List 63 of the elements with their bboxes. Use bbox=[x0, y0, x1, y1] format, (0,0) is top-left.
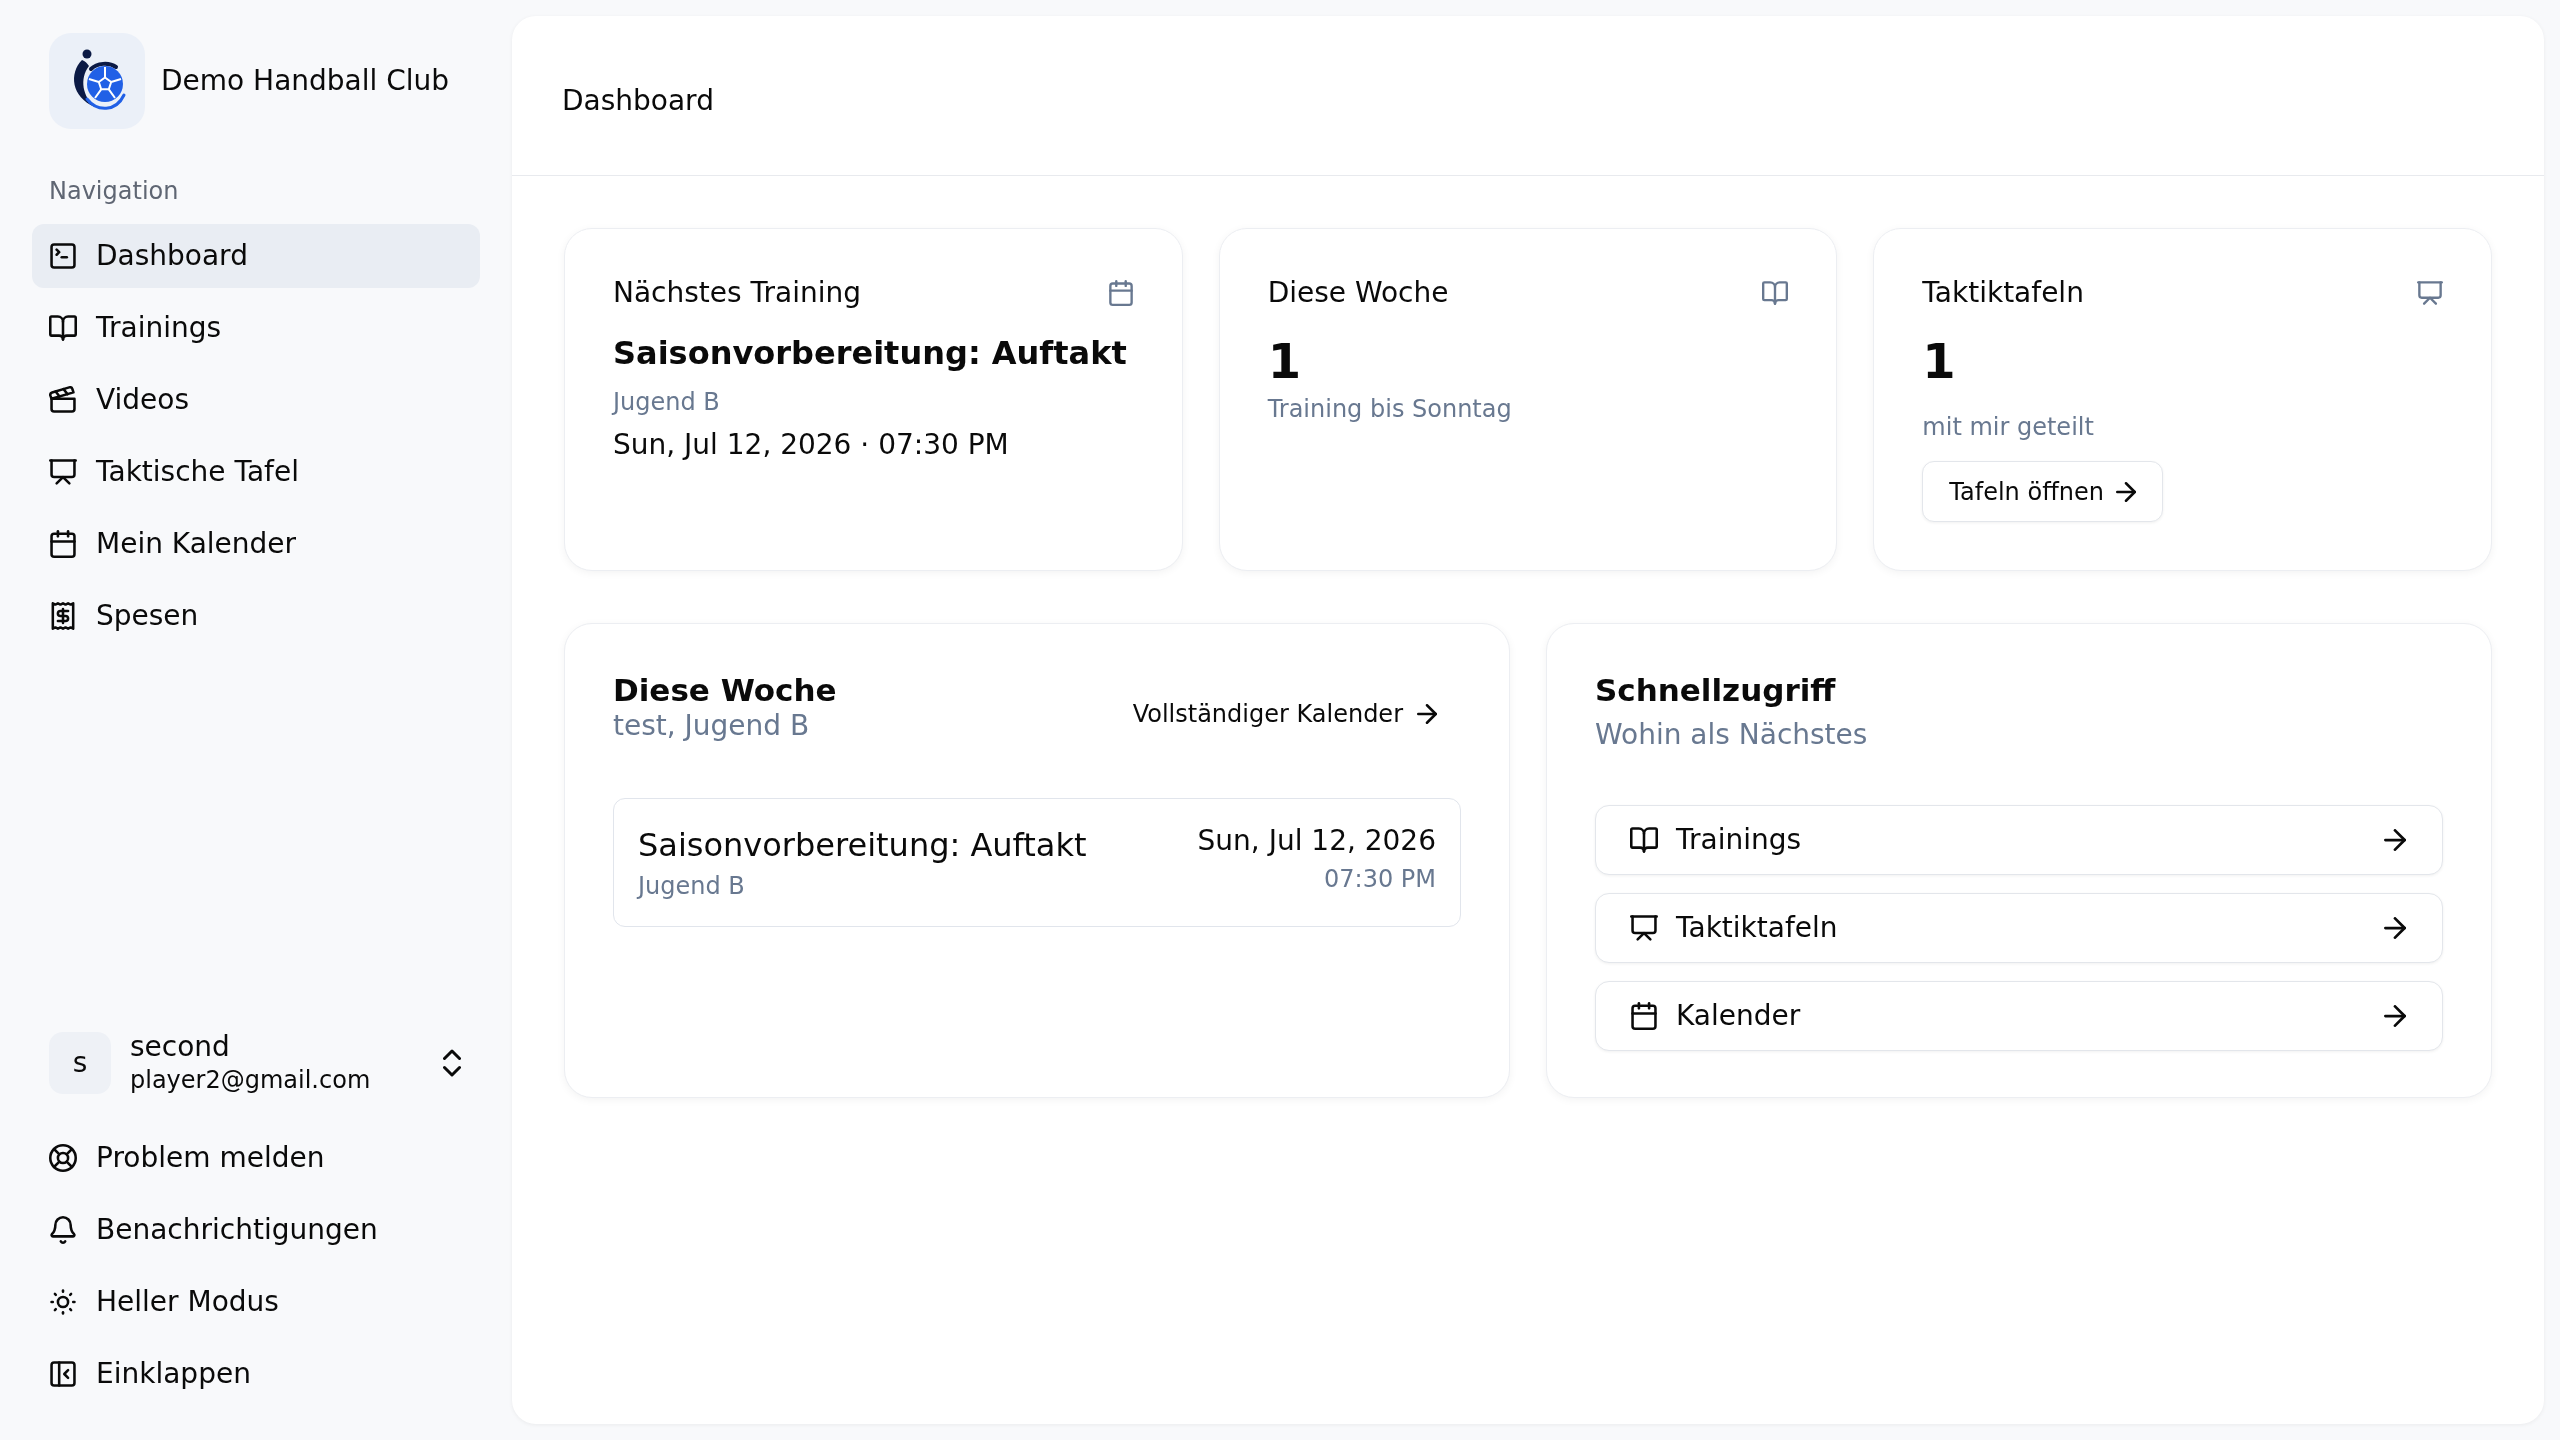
arrow-right-icon bbox=[2384, 829, 2406, 851]
event-item[interactable]: Saisonvorbereitung: Auftakt Jugend B Sun, Jul 12, 2026 07:30 PM bbox=[613, 798, 1461, 927]
event-datetime: Sun, Jul 12, 2026 · 07:30 PM bbox=[613, 427, 1010, 463]
card-title: Schnellzugriff bbox=[1595, 671, 1837, 710]
user-menu-button[interactable]: s second player2@gmail.com bbox=[32, 1023, 480, 1103]
card-subtitle: Wohin als Nächstes bbox=[1595, 717, 1869, 753]
bell-icon bbox=[49, 1216, 77, 1244]
receipt-icon bbox=[49, 602, 77, 630]
arrow-right-icon bbox=[2115, 481, 2136, 502]
lifebuoy-icon bbox=[49, 1144, 77, 1172]
open-boards-button[interactable]: Tafeln öffnen bbox=[1922, 461, 2163, 522]
nav-item[interactable]: Taktische Tafel bbox=[32, 440, 480, 504]
event-date: Sun, Jul 12, 2026 bbox=[1197, 823, 1436, 859]
panel-left-icon bbox=[49, 1360, 77, 1388]
user-email: player2@gmail.com bbox=[130, 1065, 372, 1096]
calendar-icon bbox=[1630, 1002, 1658, 1030]
arrow-right-icon bbox=[2384, 917, 2406, 939]
event-title: Saisonvorbereitung: Auftakt bbox=[638, 825, 1087, 866]
quick-link[interactable]: Kalender bbox=[1595, 981, 2443, 1051]
nav-item[interactable]: Spesen bbox=[32, 584, 480, 648]
page-title: Dashboard bbox=[562, 82, 714, 119]
card-subtitle: test, Jugend B bbox=[613, 712, 811, 740]
full-calendar-link[interactable]: Vollständiger Kalender bbox=[1106, 688, 1463, 740]
stat-value: 1 bbox=[1267, 333, 1303, 389]
clapperboard-icon bbox=[49, 386, 77, 414]
stat-value: 1 bbox=[1922, 333, 1957, 389]
quick-link[interactable]: Taktiktafeln bbox=[1595, 893, 2443, 963]
book-icon bbox=[49, 314, 77, 342]
calendar-icon bbox=[49, 530, 77, 558]
nav-item[interactable]: Dashboard bbox=[32, 224, 480, 288]
presentation-board-icon bbox=[1630, 914, 1658, 942]
book-icon bbox=[1762, 280, 1789, 306]
sidebar-footer-item[interactable]: Problem melden bbox=[32, 1126, 480, 1190]
sidebar-footer-item[interactable]: Einklappen bbox=[32, 1342, 480, 1406]
terminal-icon bbox=[49, 242, 77, 270]
event-time: 07:30 PM bbox=[1324, 864, 1436, 895]
stat-caption: Training bis Sonntag bbox=[1267, 394, 1513, 425]
event-team: Jugend B bbox=[613, 387, 721, 418]
chevrons-up-down-icon bbox=[443, 1049, 461, 1077]
club-logo-icon bbox=[49, 33, 145, 129]
event-title: Saisonvorbereitung: Auftakt bbox=[613, 333, 1128, 374]
presentation-board-icon bbox=[2417, 280, 2443, 306]
calendar-icon bbox=[1107, 280, 1134, 306]
nav-item[interactable]: Videos bbox=[32, 368, 480, 432]
user-name: second bbox=[130, 1030, 231, 1064]
presentation-board-icon bbox=[49, 458, 77, 486]
sun-icon bbox=[49, 1288, 77, 1316]
stat-caption: mit mir geteilt bbox=[1922, 412, 2095, 443]
nav-item[interactable]: Trainings bbox=[32, 296, 480, 360]
card-title: Diese Woche bbox=[613, 671, 837, 710]
sidebar-footer-item[interactable]: Benachrichtigungen bbox=[32, 1198, 480, 1262]
club-name: Demo Handball Club bbox=[161, 63, 450, 99]
user-avatar: s bbox=[49, 1032, 111, 1094]
group-label: Navigation bbox=[48, 176, 180, 207]
card-title: Taktiktafeln bbox=[1922, 275, 2084, 311]
sidebar-footer-item[interactable]: Heller Modus bbox=[32, 1270, 480, 1334]
quick-link[interactable]: Trainings bbox=[1595, 805, 2443, 875]
nav-item[interactable]: Mein Kalender bbox=[32, 512, 480, 576]
card-title: Diese Woche bbox=[1267, 275, 1449, 311]
event-team: Jugend B bbox=[638, 871, 746, 902]
arrow-right-icon bbox=[1417, 704, 1437, 724]
card-title: Nächstes Training bbox=[613, 275, 861, 311]
book-icon bbox=[1630, 826, 1658, 854]
